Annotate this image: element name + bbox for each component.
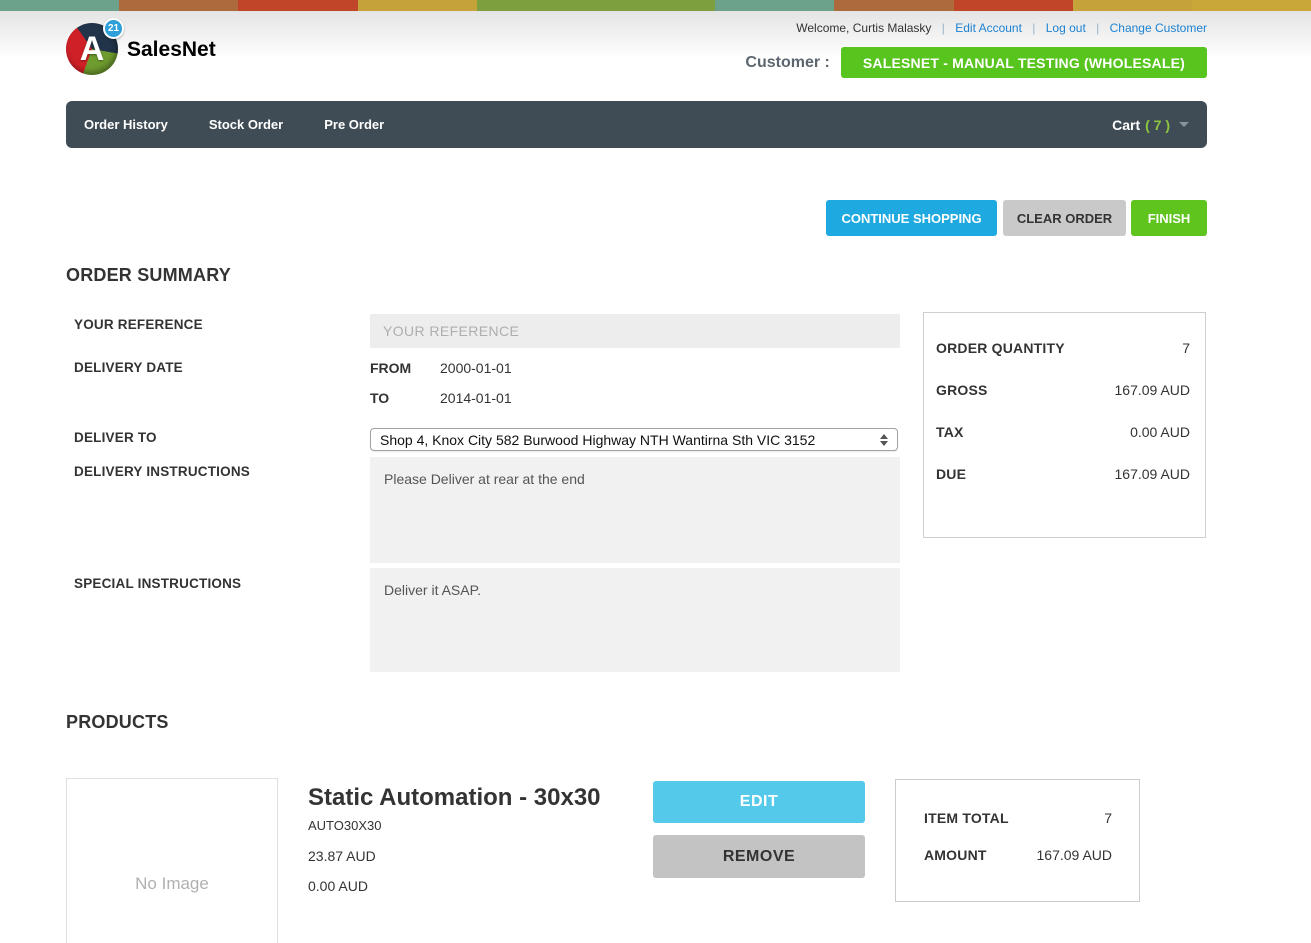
- nav-item-stock-order[interactable]: Stock Order: [209, 117, 283, 132]
- item-total-label: ITEM TOTAL: [924, 810, 1009, 826]
- change-customer-link[interactable]: Change Customer: [1110, 21, 1207, 35]
- to-date-value[interactable]: 2014-01-01: [440, 390, 512, 406]
- product-code: AUTO30X30: [308, 818, 381, 833]
- due-row: DUE 167.09 AUD: [936, 466, 1190, 482]
- product-image-placeholder: No Image: [66, 778, 278, 943]
- tax-value: 0.00 AUD: [1130, 424, 1190, 440]
- continue-shopping-button[interactable]: CONTINUE SHOPPING: [826, 200, 997, 236]
- product-price: 23.87 AUD: [308, 848, 376, 864]
- separator: |: [1032, 21, 1035, 35]
- order-quantity-value: 7: [1182, 340, 1190, 356]
- item-totals-panel: ITEM TOTAL 7 AMOUNT 167.09 AUD: [895, 779, 1140, 902]
- customer-label: Customer :: [745, 54, 829, 72]
- no-image-text: No Image: [135, 874, 209, 894]
- order-summary-title: ORDER SUMMARY: [66, 265, 231, 286]
- amount-label: AMOUNT: [924, 847, 987, 863]
- deliver-to-select[interactable]: Shop 4, Knox City 582 Burwood Highway NT…: [370, 428, 898, 451]
- due-label: DUE: [936, 466, 966, 482]
- edit-product-button[interactable]: EDIT: [653, 781, 865, 823]
- products-title: PRODUCTS: [66, 712, 169, 733]
- welcome-text: Welcome, Curtis Malasky: [796, 21, 931, 35]
- deliver-to-label: DELIVER TO: [74, 430, 157, 445]
- delivery-date-label: DELIVERY DATE: [74, 360, 183, 375]
- amount-value: 167.09 AUD: [1037, 847, 1113, 863]
- log-out-link[interactable]: Log out: [1046, 21, 1086, 35]
- delivery-instructions-label: DELIVERY INSTRUCTIONS: [74, 464, 250, 479]
- cart-dropdown[interactable]: Cart ( 7 ): [1112, 117, 1189, 133]
- gross-value: 167.09 AUD: [1115, 382, 1191, 398]
- your-reference-input[interactable]: [370, 314, 900, 348]
- separator: |: [942, 21, 945, 35]
- item-total-value: 7: [1104, 810, 1112, 826]
- product-discount: 0.00 AUD: [308, 878, 368, 894]
- special-instructions-textarea[interactable]: Deliver it ASAP.: [370, 568, 900, 672]
- finish-button[interactable]: FINISH: [1131, 200, 1207, 236]
- order-totals-panel: ORDER QUANTITY 7 GROSS 167.09 AUD TAX 0.…: [923, 312, 1206, 538]
- amount-row: AMOUNT 167.09 AUD: [924, 847, 1112, 863]
- customer-row: Customer : SALESNET - MANUAL TESTING (WH…: [745, 47, 1207, 78]
- nav-item-order-history[interactable]: Order History: [84, 117, 168, 132]
- due-value: 167.09 AUD: [1115, 466, 1191, 482]
- order-quantity-row: ORDER QUANTITY 7: [936, 340, 1190, 356]
- account-links-bar: Welcome, Curtis Malasky | Edit Account |…: [796, 21, 1207, 35]
- top-stripe: [0, 0, 1311, 11]
- item-total-row: ITEM TOTAL 7: [924, 810, 1112, 826]
- edit-account-link[interactable]: Edit Account: [955, 21, 1022, 35]
- main-nav: Order History Stock Order Pre Order Cart…: [66, 101, 1207, 148]
- order-quantity-label: ORDER QUANTITY: [936, 340, 1065, 356]
- nav-item-pre-order[interactable]: Pre Order: [324, 117, 384, 132]
- cart-label: Cart: [1112, 117, 1140, 133]
- remove-product-button[interactable]: REMOVE: [653, 835, 865, 878]
- customer-select-button[interactable]: SALESNET - MANUAL TESTING (WHOLESALE): [841, 47, 1207, 78]
- your-reference-label: YOUR REFERENCE: [74, 317, 203, 332]
- tax-row: TAX 0.00 AUD: [936, 424, 1190, 440]
- to-label: TO: [370, 390, 389, 406]
- cart-count: ( 7 ): [1145, 117, 1170, 133]
- from-date-value[interactable]: 2000-01-01: [440, 360, 512, 376]
- gross-label: GROSS: [936, 382, 988, 398]
- from-label: FROM: [370, 360, 411, 376]
- brand-title: SalesNet: [127, 38, 216, 62]
- delivery-instructions-textarea[interactable]: Please Deliver at rear at the end: [370, 457, 900, 563]
- logo-21-badge: 21: [103, 18, 124, 39]
- select-stepper-icon: [880, 434, 888, 446]
- salesnet-order-page: A 21 SalesNet Welcome, Curtis Malasky | …: [0, 0, 1311, 943]
- salesnet-logo-icon[interactable]: A 21: [66, 23, 118, 75]
- deliver-to-selected-value: Shop 4, Knox City 582 Burwood Highway NT…: [380, 432, 874, 448]
- gross-row: GROSS 167.09 AUD: [936, 382, 1190, 398]
- chevron-down-icon: [1179, 122, 1189, 127]
- product-name: Static Automation - 30x30: [308, 784, 601, 812]
- tax-label: TAX: [936, 424, 964, 440]
- clear-order-button[interactable]: CLEAR ORDER: [1003, 200, 1126, 236]
- separator: |: [1096, 21, 1099, 35]
- special-instructions-label: SPECIAL INSTRUCTIONS: [74, 576, 241, 591]
